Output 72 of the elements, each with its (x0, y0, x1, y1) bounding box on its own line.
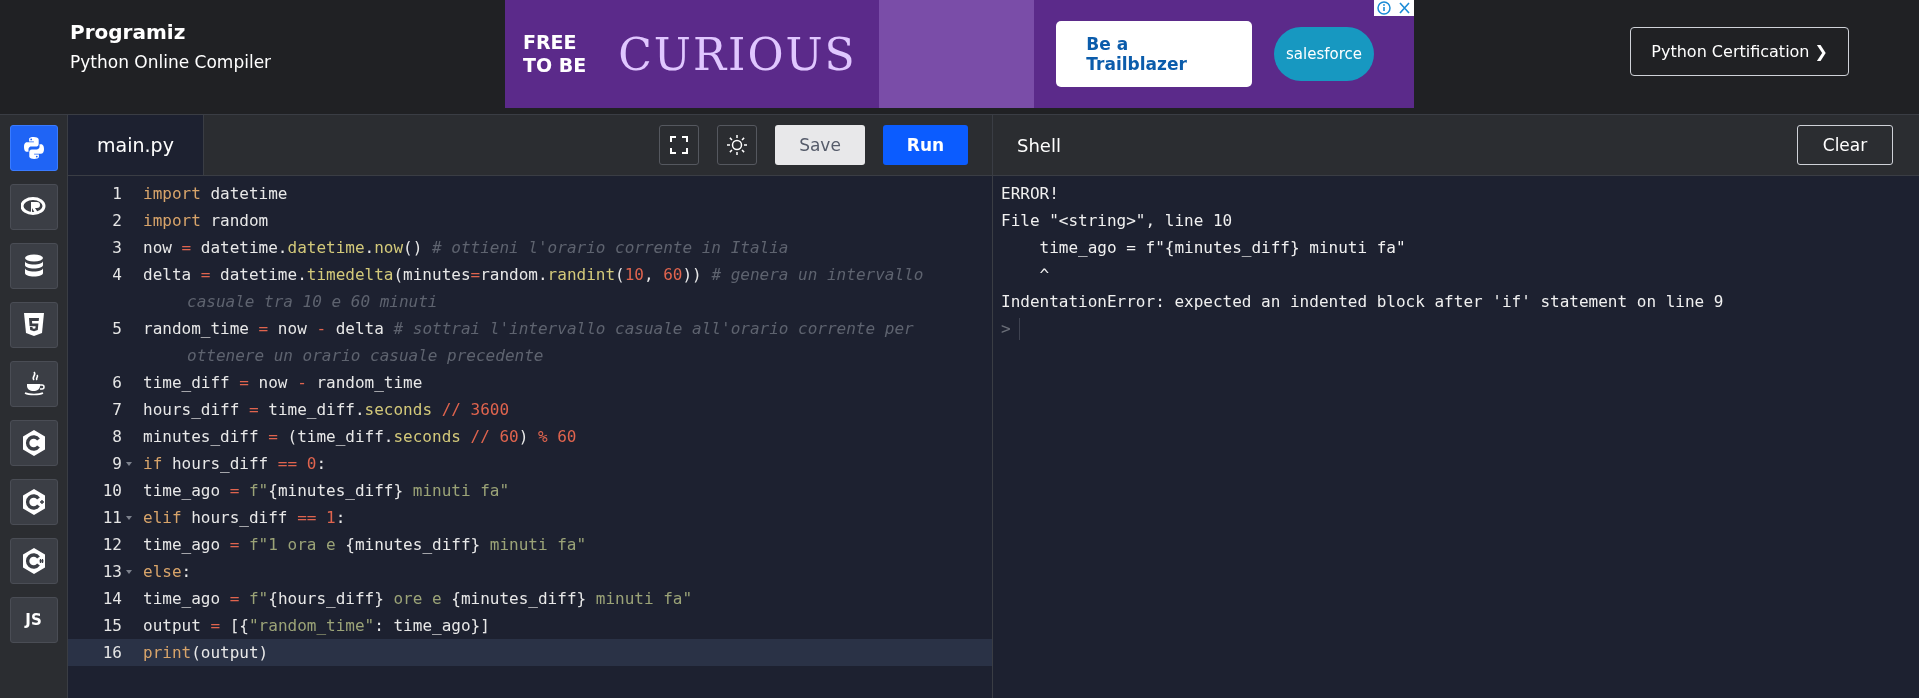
console-output-line: time_ago = f"{minutes_diff} minuti fa" (1038, 237, 1407, 259)
code-line: elif hours_diff == 1: (142, 507, 347, 529)
fold-caret-icon[interactable] (125, 515, 133, 521)
line-number: 8 (112, 426, 122, 448)
line-number: 2 (112, 210, 122, 232)
language-tab[interactable]: JS (9, 597, 58, 643)
language-tab[interactable] (9, 243, 58, 289)
theme-toggle-button[interactable] (717, 125, 757, 165)
shell-prompt: > (1001, 319, 1011, 338)
line-number: 11 (102, 507, 122, 529)
code-line: hours_diff = time_diff.seconds // 3600 (142, 399, 511, 421)
clear-button[interactable]: Clear (1797, 125, 1893, 165)
ad-wordmark: CURIOUS (618, 28, 857, 80)
certification-button[interactable]: Python Certification ❯ (1630, 27, 1849, 76)
code-line: print(output) (142, 642, 270, 664)
ad-choices-icon[interactable] (1374, 0, 1414, 16)
code-line: time_diff = now - random_time (142, 372, 424, 394)
ad-banner[interactable]: FREE TO BE CURIOUS Be a Trailblazer salesforce (505, 0, 1414, 108)
console-output-line: ^ (1038, 264, 1051, 286)
c-hexagon-icon (20, 429, 47, 457)
html5-shield-icon (21, 312, 46, 338)
file-tab[interactable]: main.py (68, 115, 204, 175)
ad-headline: FREE TO BE (523, 31, 588, 77)
language-tab[interactable] (9, 361, 58, 407)
sponsor-logo: salesforce (1274, 27, 1374, 81)
line-number: 5 (112, 318, 122, 340)
code-line: minutes_diff = (time_diff.seconds // 60) % 60 (142, 426, 578, 448)
line-number: 16 (102, 642, 122, 664)
fold-caret-icon[interactable] (125, 569, 133, 575)
code-line: delta = datetime.timedelta(minutes=random.randint(10, 60)) # genera un intervallo casuale tra 10 e 60 minuti (142, 264, 925, 313)
brand-logo[interactable]: Programiz (70, 20, 186, 44)
line-number: 7 (112, 399, 122, 421)
language-tab[interactable] (9, 538, 58, 584)
line-number: 10 (102, 480, 122, 502)
console-output-line: File "<string>", line 10 (1001, 210, 1234, 232)
ad-cta-button[interactable]: Be a Trailblazer (1056, 21, 1252, 87)
language-tab[interactable] (9, 479, 58, 525)
code-line: time_ago = f"{hours_diff} ore e {minutes_diff} minuti fa" (142, 588, 694, 610)
line-number: 3 (112, 237, 122, 259)
language-tab[interactable] (9, 302, 58, 348)
code-line: else: (142, 561, 193, 583)
console-output-line: ERROR! (1001, 183, 1060, 205)
save-button[interactable]: Save (775, 125, 865, 165)
code-line: if hours_diff == 0: (142, 453, 328, 475)
run-button[interactable]: Run (883, 125, 968, 165)
code-line: random_time = now - delta # sottrai l'intervallo casuale all'orario corrente per ottenere un orario casuale precedente (142, 318, 915, 367)
line-number: 15 (102, 615, 122, 637)
line-number: 14 (102, 588, 122, 610)
csharp-hexagon-icon (20, 547, 47, 575)
code-line: time_ago = f"1 ora e {minutes_diff} minuti fa" (142, 534, 588, 556)
code-line: output = [{"random_time": time_ago}] (142, 615, 491, 637)
line-number: 4 (112, 264, 122, 286)
code-line: now = datetime.datetime.now() # ottieni l'orario corrente in Italia (142, 237, 790, 259)
sun-icon (726, 134, 748, 156)
line-number: 13 (102, 561, 122, 583)
code-line: import datetime (142, 183, 289, 205)
line-number: 1 (112, 183, 122, 205)
language-tab[interactable] (9, 125, 58, 171)
fold-caret-icon[interactable] (125, 461, 133, 467)
code-line: time_ago = f"{minutes_diff} minuti fa" (142, 480, 511, 502)
console-output-line: IndentationError: expected an indented block after 'if' statement on line 9 (1001, 291, 1725, 313)
cpp-hexagon-icon (20, 488, 47, 516)
language-tab[interactable] (9, 184, 58, 230)
line-number: 12 (102, 534, 122, 556)
code-line: import random (142, 210, 270, 232)
shell-title: Shell (1017, 134, 1061, 156)
fullscreen-icon (669, 135, 689, 155)
language-tab[interactable] (9, 420, 58, 466)
site-subtitle: Python Online Compiler (70, 52, 272, 72)
fullscreen-button[interactable] (659, 125, 699, 165)
line-number: 9 (112, 453, 122, 475)
line-number: 6 (112, 372, 122, 394)
